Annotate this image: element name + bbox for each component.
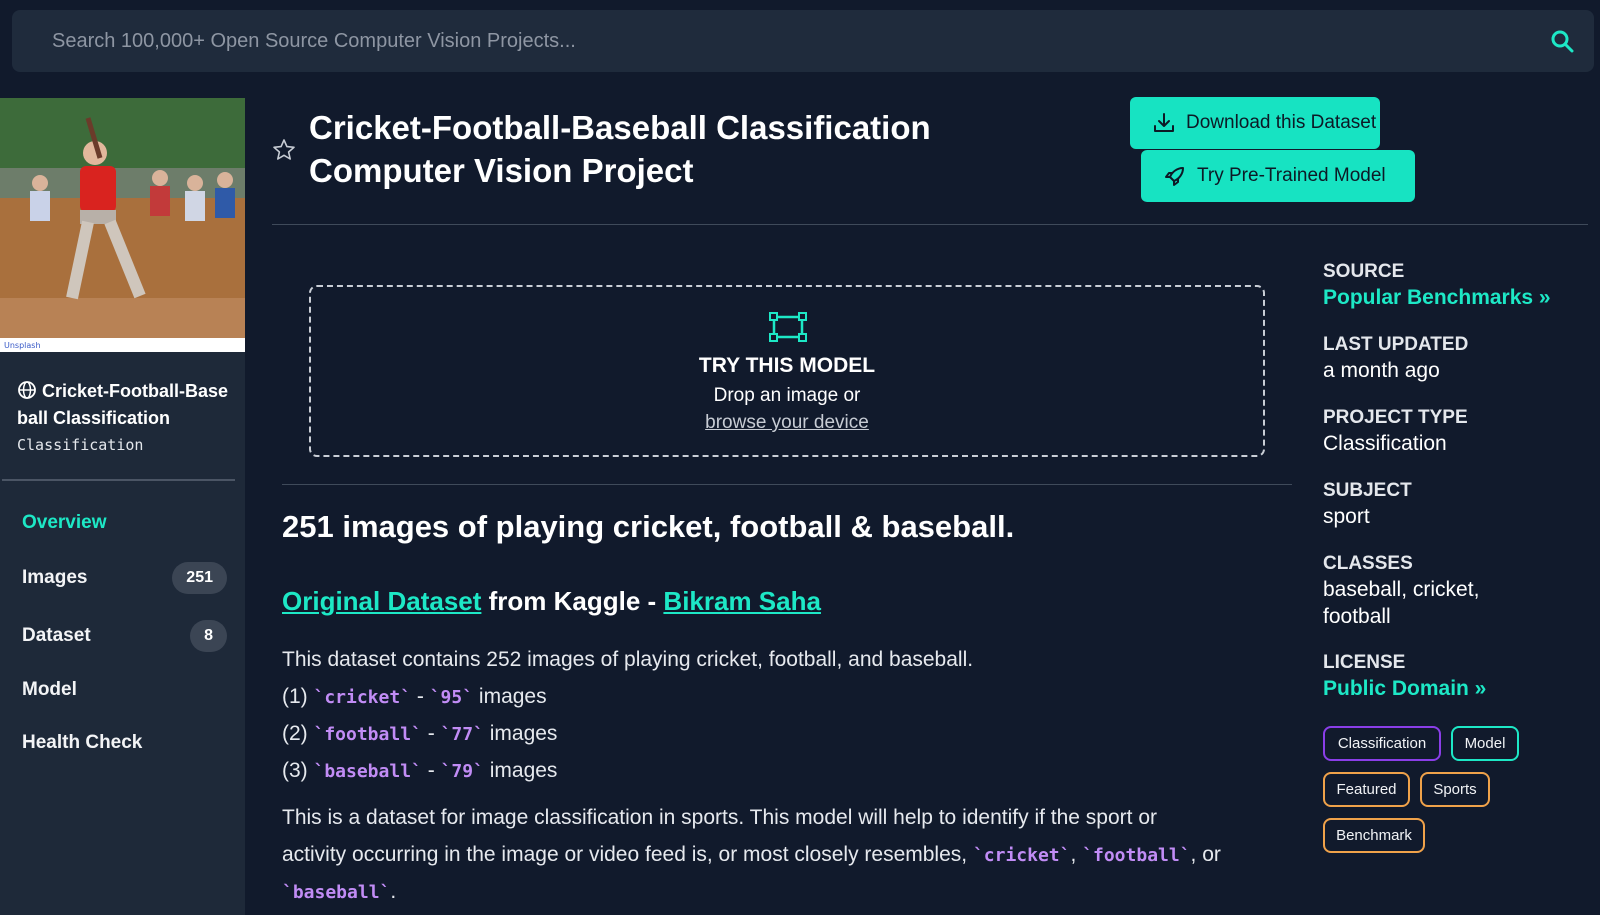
class-item: (2) `football` - `77` images [282,722,558,745]
source-line: Original Dataset from Kaggle - Bikram Sa… [282,586,821,617]
sidebar-divider [2,479,235,481]
image-drop-zone[interactable]: TRY THIS MODEL Drop an image or browse y… [309,285,1265,457]
try-model-title: TRY THIS MODEL [698,354,876,377]
meta-value: Classification [1323,432,1447,455]
meta-classes: CLASSES baseball, cricket, football [1323,552,1479,630]
meta-label: LICENSE [1323,652,1406,673]
author-link[interactable]: Bikram Saha [663,586,821,616]
meta-last-updated: LAST UPDATED a month ago [1323,333,1468,384]
meta-project-type: PROJECT TYPE Classification [1323,406,1468,457]
project-name-text: Cricket-Football-Baseball Classification [17,381,229,428]
meta-value: sport [1323,505,1370,528]
search-bar [12,10,1594,72]
project-thumbnail: Unsplash [0,98,245,352]
try-model-subtitle: Drop an image or [713,385,861,406]
meta-value: a month ago [1323,359,1440,382]
try-model-label: Try Pre-Trained Model [1197,165,1386,186]
count-badge: 8 [190,620,227,652]
page-title: Cricket-Football-Baseball Classification… [309,109,931,189]
sidebar: Unsplash Cricket-Football-Baseball Class… [0,98,245,915]
project-type: Classification [17,436,144,454]
meta-source: SOURCE Popular Benchmarks » [1323,260,1551,311]
project-name: Cricket-Football-Baseball Classification [17,378,232,432]
count-badge: 251 [172,562,227,594]
meta-value: football [1323,605,1391,628]
class-item: (1) `cricket` - `95` images [282,685,547,708]
thumbnail-credit: Unsplash [4,341,41,350]
try-pretrained-model-button[interactable]: Try Pre-Trained Model [1141,150,1415,202]
tag-benchmark[interactable]: Benchmark [1323,818,1425,853]
sidebar-item-label: Health Check [22,732,143,753]
bounding-box-icon [769,312,807,342]
meta-label: SUBJECT [1323,480,1412,501]
search-input[interactable] [52,10,1492,72]
tag-featured[interactable]: Featured [1323,772,1410,807]
description-line-2: activity occurring in the image or video… [282,843,1221,866]
star-icon[interactable] [272,138,296,162]
meta-label: PROJECT TYPE [1323,407,1468,428]
tag-model[interactable]: Model [1451,726,1519,761]
sidebar-item-health-check[interactable]: Health Check [22,725,227,761]
sidebar-item-images[interactable]: Images 251 [22,560,227,596]
tag-sports[interactable]: Sports [1420,772,1490,807]
download-icon [1154,113,1174,132]
source-mid-text: from Kaggle - [481,586,664,616]
header-divider [272,224,1588,225]
source-link[interactable]: Popular Benchmarks » [1323,284,1551,311]
download-label: Download this Dataset [1186,112,1377,133]
sidebar-item-label: Overview [22,512,107,533]
meta-label: LAST UPDATED [1323,334,1469,355]
meta-label: CLASSES [1323,553,1413,574]
sidebar-item-overview[interactable]: Overview [22,505,227,541]
intro-text: This dataset contains 252 images of play… [282,648,974,671]
sidebar-item-dataset[interactable]: Dataset 8 [22,618,227,654]
description-line-1: This is a dataset for image classificati… [282,806,1157,829]
rocket-icon [1165,167,1184,186]
description-line-3: `baseball`. [282,880,397,903]
meta-label: SOURCE [1323,261,1405,282]
search-icon[interactable] [1550,29,1574,53]
download-dataset-button[interactable]: Download this Dataset [1130,97,1380,149]
sidebar-item-label: Dataset [22,625,91,646]
license-link[interactable]: Public Domain » [1323,675,1486,702]
tag-classification[interactable]: Classification [1323,726,1441,761]
globe-icon [18,381,36,399]
sidebar-item-label: Images [22,567,88,588]
class-item: (3) `baseball` - `79` images [282,759,558,782]
meta-value: baseball, cricket, [1323,578,1480,601]
sidebar-item-label: Model [22,679,77,700]
browse-device-link[interactable]: browse your device [311,412,1263,434]
dataset-headline: 251 images of playing cricket, football … [282,509,1015,544]
content-divider [282,484,1292,485]
meta-subject: SUBJECT sport [1323,479,1412,530]
sidebar-item-model[interactable]: Model [22,672,227,708]
meta-license: LICENSE Public Domain » [1323,651,1486,702]
original-dataset-link[interactable]: Original Dataset [282,586,481,616]
